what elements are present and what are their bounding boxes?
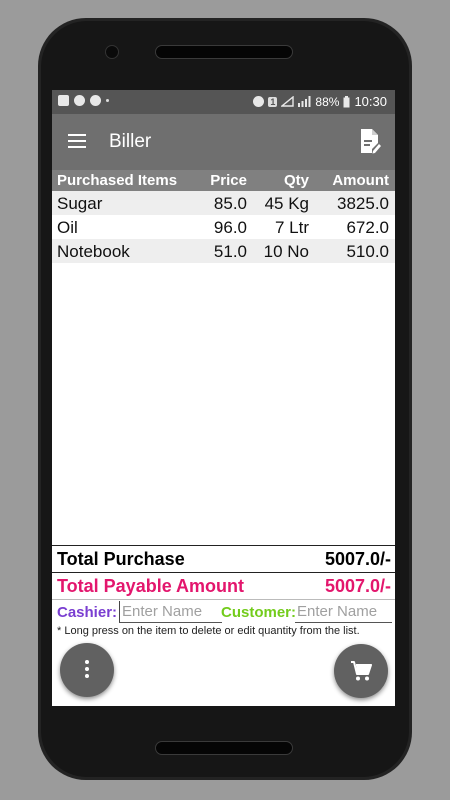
names-row: Cashier: Customer: [52,600,395,624]
table-row[interactable]: Notebook 51.0 10 No 510.0 [52,239,395,263]
battery-icon [343,95,350,107]
row-qty: 7 Ltr [274,218,309,237]
row-price: 96.0 [213,218,247,237]
customer-label: Customer: [221,604,297,621]
signal-strength-icon [298,96,311,107]
sim-indicator: 1 [268,96,278,107]
message-icon [90,95,101,106]
app-title: Biller [109,131,152,152]
more-vertical-icon [85,660,89,681]
status-bar: 1 88% 10:30 [52,90,395,114]
row-price: 85.0 [213,194,247,213]
alarm-icon [253,96,265,107]
table-row[interactable]: Sugar 85.0 45 Kg 3825.0 [52,191,395,215]
cashier-name-input[interactable] [119,601,222,623]
app-screen: 1 88% 10:30 Biller Purchased Items Price… [52,90,395,706]
row-amount: 510.0 [346,242,389,261]
row-amount: 672.0 [346,218,389,237]
row-qty: 10 No [263,242,309,261]
battery-percent: 88% [315,94,340,109]
row-price: 51.0 [213,242,247,261]
cashier-label: Cashier: [57,604,118,621]
table-row[interactable]: Oil 96.0 7 Ltr 672.0 [52,215,395,239]
status-system: 1 88% 10:30 [253,94,387,109]
total-payable-label: Total Payable Amount [57,576,245,596]
row-qty: 45 Kg [264,194,309,213]
document-edit-icon[interactable] [359,128,381,154]
more-options-button[interactable] [60,643,114,697]
signal-icon [281,96,295,107]
row-item: Sugar [57,194,103,213]
total-purchase-label: Total Purchase [57,549,185,569]
header-item: Purchased Items [57,172,178,189]
bottom-speaker [155,741,293,755]
more-notifications-icon [106,99,109,102]
clock: 10:30 [354,94,387,109]
whatsapp-icon [74,95,85,106]
table-header: Purchased Items Price Qty Amount [52,170,395,191]
header-amount: Amount [332,172,389,189]
top-speaker [155,45,293,59]
total-payable-row: Total Payable Amount 5007.0/- [52,573,395,599]
front-camera [105,45,119,59]
gallery-icon [58,95,69,106]
status-notifications [58,95,109,106]
add-item-button[interactable] [334,644,388,698]
total-payable-value: 5007.0/- [324,576,391,596]
row-amount: 3825.0 [337,194,389,213]
total-purchase-row: Total Purchase 5007.0/- [52,546,395,572]
hamburger-menu-icon[interactable] [68,134,86,148]
header-qty: Qty [283,172,309,189]
row-item: Oil [57,218,78,237]
header-price: Price [210,172,247,189]
cart-icon [351,661,372,681]
help-note: * Long press on the item to delete or ed… [57,625,360,637]
app-bar: Biller [52,114,395,170]
total-purchase-value: 5007.0/- [324,549,391,569]
row-item: Notebook [57,242,130,261]
customer-name-input[interactable] [295,601,392,623]
